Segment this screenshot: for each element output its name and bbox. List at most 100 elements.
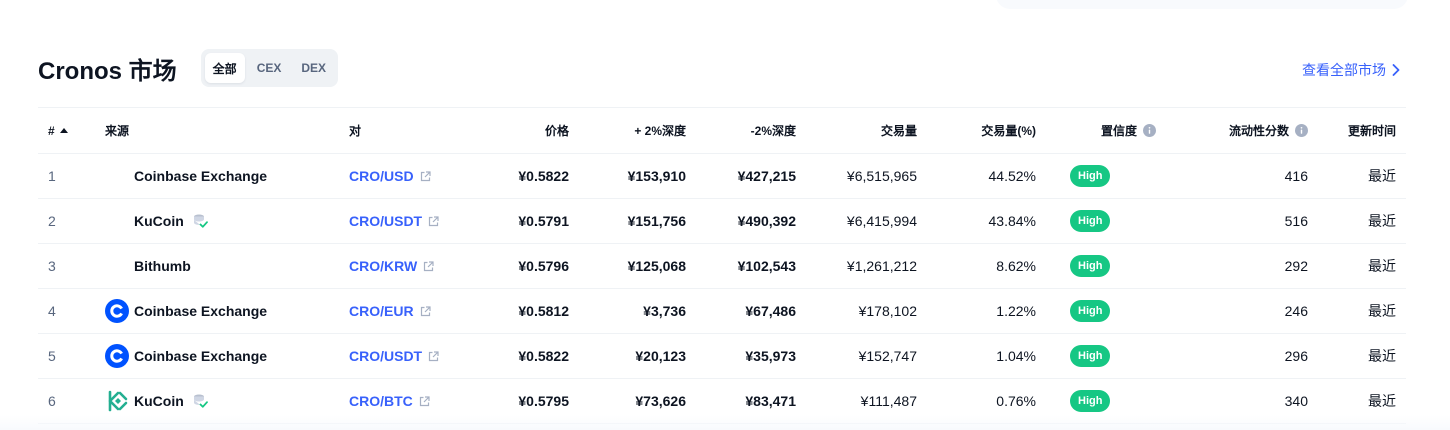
page-title: Cronos 市场 [38,57,177,85]
minus2-depth-cell: ¥427,215 [737,168,796,184]
pair-link[interactable]: CRO/USDT [349,348,422,364]
view-all-markets-link[interactable]: 查看全部市场 [1302,60,1400,80]
price-cell: ¥0.5822 [518,168,569,184]
column-header-liquidity[interactable]: 流动性分数 [1156,122,1308,139]
updated-cell: 最近 [1368,348,1396,364]
top-card-fragment [996,0,1408,9]
exchange-name: KuCoin [134,213,184,229]
exchange-logo [105,209,129,233]
confidence-cell: High [1036,300,1156,322]
column-header-price[interactable]: 价格 [487,122,569,139]
column-header-rank-label: # [48,123,55,138]
info-icon[interactable] [1295,124,1308,137]
table-row: 1 Coinbase Exchange CRO/USD ¥0.5822 ¥153… [38,154,1406,199]
column-header-source[interactable]: 来源 [105,122,349,139]
liquidity-cell: 292 [1284,258,1308,274]
tab-dex[interactable]: DEX [293,53,334,83]
price-cell: ¥0.5796 [518,258,569,274]
exchange-logo [105,254,129,278]
confidence-wrap: High [1070,210,1156,232]
external-link-icon[interactable] [428,350,439,362]
source-cell[interactable]: Bithumb [105,254,349,278]
column-header-confidence[interactable]: 置信度 [1036,122,1156,139]
rank-number: 2 [48,213,56,229]
confidence-badge: High [1070,345,1111,367]
column-header-rank[interactable]: # [38,124,105,138]
column-header-updated[interactable]: 更新时间 [1308,122,1396,139]
tab-cex[interactable]: CEX [249,53,290,83]
liquidity-cell: 340 [1284,393,1308,409]
external-link-icon[interactable] [423,260,434,272]
table-body: 1 Coinbase Exchange CRO/USD ¥0.5822 ¥153… [38,154,1406,424]
confidence-cell: High [1036,255,1156,277]
source-cell[interactable]: KuCoin [105,209,349,233]
exchange-name: Coinbase Exchange [134,303,268,319]
source-cell[interactable]: Coinbase Exchange [105,344,349,368]
external-link-icon[interactable] [428,215,439,227]
price-cell: ¥0.5791 [518,213,569,229]
exchange-name: Bithumb [134,258,191,274]
confidence-badge: High [1070,255,1111,277]
pair-cell[interactable]: CRO/EUR [349,303,487,319]
column-header-volume[interactable]: 交易量 [796,122,917,139]
updated-cell: 最近 [1368,258,1396,274]
external-link-icon[interactable] [420,170,431,182]
rank-number: 5 [48,348,56,364]
table-row: 4 Coinbase Exchange CRO/EUR ¥0.5812 ¥3,7… [38,289,1406,334]
price-cell: ¥0.5795 [518,393,569,409]
verified-reserves-icon[interactable] [192,213,208,229]
liquidity-cell: 246 [1284,303,1308,319]
pair-link[interactable]: CRO/USD [349,168,414,184]
source-cell[interactable]: KuCoin [105,389,349,413]
pair-link[interactable]: CRO/BTC [349,393,413,409]
exchange-logo [105,164,129,188]
coinbase-logo-icon [105,344,129,368]
column-header-volume-pct[interactable]: 交易量(%) [917,122,1036,139]
exchange-name: Coinbase Exchange [134,168,268,184]
volume-cell: ¥6,515,965 [846,168,917,184]
confidence-wrap: High [1070,255,1156,277]
external-link-icon[interactable] [419,395,430,407]
updated-cell: 最近 [1368,168,1396,184]
rank-cell: 2 [38,213,105,229]
plus2-depth-cell: ¥3,736 [643,303,686,319]
minus2-depth-cell: ¥67,486 [745,303,796,319]
minus2-depth-cell: ¥102,543 [737,258,796,274]
volume-pct-cell: 8.62% [996,258,1036,274]
pair-cell[interactable]: CRO/USDT [349,213,487,229]
price-cell: ¥0.5812 [518,303,569,319]
info-icon[interactable] [1143,124,1156,137]
rank-number: 6 [48,393,56,409]
rank-cell: 1 [38,168,105,184]
volume-pct-cell: 0.76% [996,393,1036,409]
pair-cell[interactable]: CRO/USD [349,168,487,184]
external-link-icon[interactable] [420,305,431,317]
volume-pct-cell: 1.22% [996,303,1036,319]
rank-number: 4 [48,303,56,319]
sort-ascending-icon [59,128,68,133]
column-header-minus2-depth[interactable]: -2%深度 [686,122,796,139]
pair-link[interactable]: CRO/USDT [349,213,422,229]
source-cell[interactable]: Coinbase Exchange [105,299,349,323]
verified-reserves-icon[interactable] [192,393,208,409]
markets-header: Cronos 市场 全部 CEX DEX 查看全部市场 [38,48,1406,88]
pair-cell[interactable]: CRO/BTC [349,393,487,409]
tab-all[interactable]: 全部 [204,53,245,83]
confidence-badge: High [1070,390,1111,412]
updated-cell: 最近 [1368,393,1396,409]
pair-link[interactable]: CRO/KRW [349,258,417,274]
volume-pct-cell: 43.84% [988,213,1036,229]
chevron-right-icon [1392,64,1400,76]
confidence-wrap: High [1070,390,1156,412]
column-header-liquidity-label: 流动性分数 [1228,124,1289,138]
column-header-pair[interactable]: 对 [349,122,487,139]
pair-cell[interactable]: CRO/USDT [349,348,487,364]
rank-number: 3 [48,258,56,274]
column-header-plus2-depth[interactable]: + 2%深度 [569,122,686,139]
minus2-depth-cell: ¥490,392 [737,213,796,229]
source-cell[interactable]: Coinbase Exchange [105,164,349,188]
markets-table: # 来源 对 价格 + 2%深度 -2%深度 交易量 交易量(%) 置信度 流动… [38,107,1406,424]
pair-link[interactable]: CRO/EUR [349,303,414,319]
plus2-depth-cell: ¥125,068 [627,258,686,274]
pair-cell[interactable]: CRO/KRW [349,258,487,274]
